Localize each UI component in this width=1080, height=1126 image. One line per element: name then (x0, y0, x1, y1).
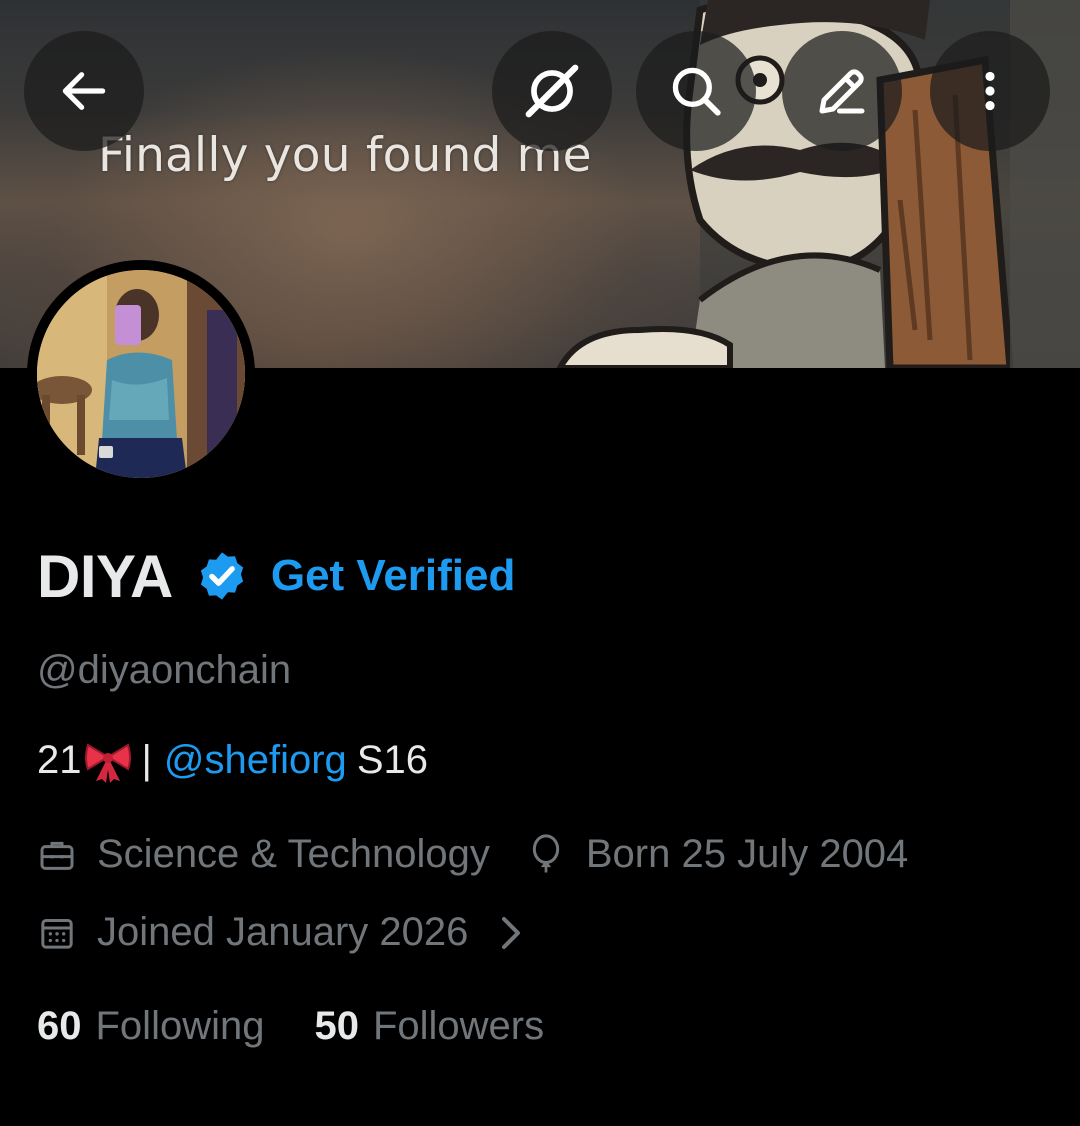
display-name: DIYA (37, 542, 173, 610)
joined-text: Joined January 2026 (97, 910, 469, 954)
bio-suffix: S16 (356, 738, 428, 782)
birthday-item: Born 25 July 2004 (526, 832, 908, 877)
grok-button[interactable] (492, 31, 612, 151)
edit-profile-button[interactable] (782, 31, 902, 151)
more-vertical-icon (985, 71, 995, 111)
profile-handle: @diyaonchain (37, 648, 292, 692)
followers-link[interactable]: 50 Followers (314, 1004, 544, 1049)
more-options-button[interactable] (930, 31, 1050, 151)
followers-count: 50 (314, 1004, 359, 1048)
get-verified-link[interactable]: Get Verified (271, 551, 516, 601)
birthday-text: Born 25 July 2004 (585, 832, 909, 876)
briefcase-icon (40, 841, 74, 870)
following-link[interactable]: 60 Following (37, 1004, 264, 1049)
profile-meta-row-2: Joined January 2026 (37, 910, 524, 955)
ribbon-emoji (84, 739, 132, 783)
search-button[interactable] (636, 31, 756, 151)
profile-bio: 21 | @shefiorg S16 (37, 738, 428, 783)
following-label: Following (95, 1004, 265, 1048)
avatar-photo (37, 270, 245, 478)
name-row: DIYA Get Verified (37, 540, 515, 612)
followers-label: Followers (372, 1004, 545, 1048)
search-icon (672, 67, 721, 116)
balloon-icon (532, 833, 560, 872)
category-item: Science & Technology (37, 832, 490, 877)
chevron-right-icon[interactable] (498, 915, 524, 951)
profile-meta-row-1: Science & Technology Born 25 July 2004 (37, 832, 908, 877)
edit-icon (819, 69, 865, 114)
category-text: Science & Technology (97, 832, 490, 876)
joined-item: Joined January 2026 (37, 910, 468, 955)
avatar[interactable] (27, 260, 255, 488)
bio-mention-link[interactable]: @shefiorg (164, 738, 347, 783)
bio-separator: | (141, 738, 152, 782)
follow-stats: 60 Following 50 Followers (37, 1004, 544, 1049)
verified-badge-icon[interactable] (195, 549, 249, 603)
following-count: 60 (37, 1004, 82, 1048)
avatar-image (37, 270, 245, 478)
grok-icon (525, 64, 579, 118)
bio-prefix: 21 (37, 738, 82, 782)
back-button[interactable] (24, 31, 144, 151)
arrow-left-icon (62, 72, 106, 110)
calendar-icon (41, 918, 73, 949)
